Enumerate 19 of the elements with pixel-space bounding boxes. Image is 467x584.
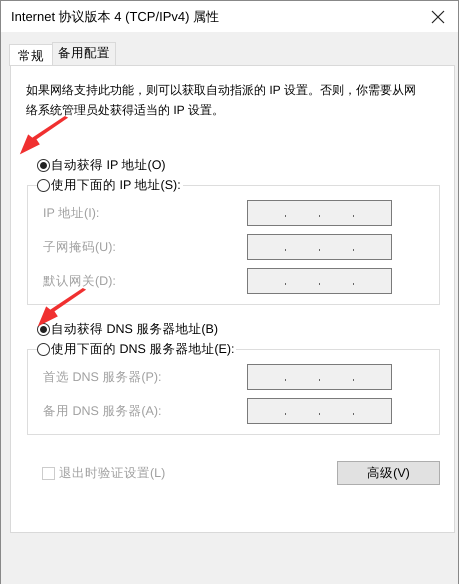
- field-label: 备用 DNS 服务器(A):: [43, 402, 162, 420]
- field-label: 首选 DNS 服务器(P):: [43, 368, 162, 386]
- ip-address-field[interactable]: [247, 234, 392, 260]
- field-label: 默认网关(D):: [43, 272, 116, 290]
- ip-address-field[interactable]: [247, 398, 392, 424]
- window-title: Internet 协议版本 4 (TCP/IPv4) 属性: [11, 8, 220, 26]
- ip-address-field[interactable]: [247, 268, 392, 294]
- radio-option[interactable]: 使用下面的 IP 地址(S):: [37, 177, 181, 194]
- advanced-button[interactable]: 高级(V): [337, 461, 440, 485]
- radio-option[interactable]: 自动获得 DNS 服务器地址(B): [37, 321, 218, 338]
- radio-option[interactable]: 使用下面的 DNS 服务器地址(E):: [37, 341, 234, 358]
- tab[interactable]: 常规: [9, 44, 53, 66]
- radio-option[interactable]: 自动获得 IP 地址(O): [37, 157, 166, 174]
- field-label: 子网掩码(U):: [43, 238, 116, 256]
- tab[interactable]: 备用配置: [52, 42, 116, 65]
- ip-address-field[interactable]: [247, 364, 392, 390]
- description-text: 如果网络支持此功能，则可以获取自动指派的 IP 设置。否则，你需要从网络系统管理员处获得适当的 IP 设置。: [26, 82, 417, 119]
- ip-address-field[interactable]: [247, 200, 392, 226]
- field-label: IP 地址(I):: [43, 204, 100, 222]
